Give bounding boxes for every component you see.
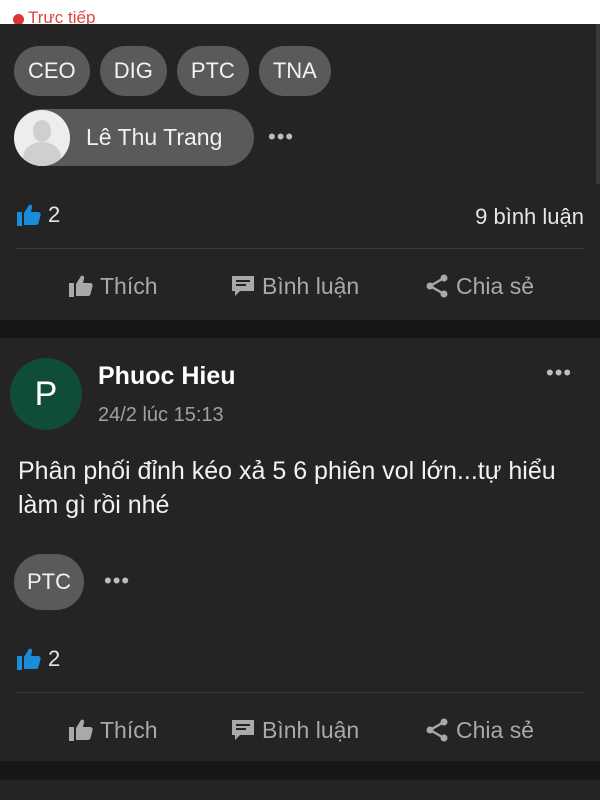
like-button[interactable]: Thích [68,710,158,750]
like-reaction-icon [16,202,42,228]
share-label: Chia sẻ [456,716,534,743]
mentioned-user-chip[interactable]: Lê Thu Trang [14,109,254,166]
top-strip: Trực tiếp [0,0,600,24]
post-card-1: CEO DIG PTC TNA Lê Thu Trang ••• 2 9 bìn… [0,24,600,320]
more-options-icon[interactable]: ••• [104,568,130,594]
post-actions: Thích Bình luận Chia sẻ [0,710,600,750]
share-label: Chia sẻ [456,272,534,299]
like-label: Thích [100,716,158,743]
post-card-2: P Phuoc Hieu 24/2 lúc 15:13 ••• Phân phố… [0,338,600,761]
share-icon [426,274,448,298]
post-menu-icon[interactable]: ••• [546,360,572,386]
author-avatar[interactable]: P [10,358,82,430]
tag-ptc[interactable]: PTC [176,46,249,96]
post-timestamp[interactable]: 24/2 lúc 15:13 [98,404,224,427]
reaction-summary[interactable]: 2 [16,200,60,230]
comment-button[interactable]: Bình luận [230,266,359,306]
tag-tna[interactable]: TNA [258,46,331,96]
mentioned-user-name: Lê Thu Trang [86,124,223,150]
like-reaction-icon [16,646,42,672]
comment-count[interactable]: 9 bình luận [475,204,584,230]
post-card-3 [0,780,600,800]
stock-tags: CEO DIG PTC TNA [14,46,331,96]
comment-label: Bình luận [262,716,360,743]
divider [16,692,584,693]
comment-icon [232,276,254,296]
like-label: Thích [100,272,158,299]
author-name[interactable]: Phuoc Hieu [98,362,236,391]
reaction-summary[interactable]: 2 [16,644,60,674]
post-actions: Thích Bình luận Chia sẻ [0,266,600,306]
avatar [14,109,70,166]
divider [16,248,584,249]
live-dot-icon [13,14,24,24]
live-label: Trực tiếp [28,8,96,24]
share-button[interactable]: Chia sẻ [424,266,534,306]
thumbs-up-icon [69,719,93,741]
like-button[interactable]: Thích [68,266,158,306]
scrollbar[interactable] [596,24,600,184]
tag-ceo[interactable]: CEO [14,46,90,96]
tag-ptc[interactable]: PTC [14,554,84,610]
more-options-icon[interactable]: ••• [268,124,294,150]
post-text: Phân phối đỉnh kéo xả 5 6 phiên vol lớn.… [18,457,556,519]
thumbs-up-icon [69,275,93,297]
like-count: 2 [48,202,61,227]
comment-label: Bình luận [262,272,360,299]
comment-button[interactable]: Bình luận [230,710,359,750]
stock-tags: PTC [14,554,84,610]
comment-icon [232,720,254,740]
share-button[interactable]: Chia sẻ [424,710,534,750]
like-count: 2 [48,646,61,671]
tag-dig[interactable]: DIG [99,46,167,96]
share-icon [426,718,448,742]
